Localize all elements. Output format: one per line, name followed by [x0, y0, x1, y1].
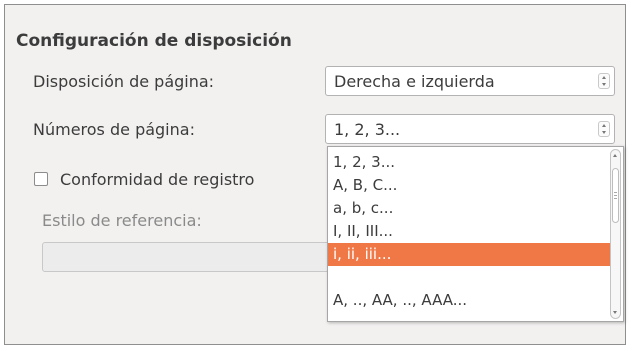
spin-arrows-icon[interactable] — [598, 121, 610, 137]
page-layout-value: Derecha e izquierda — [334, 72, 495, 91]
dropdown-scrollbar[interactable] — [610, 149, 621, 319]
dropdown-option[interactable]: a, b, c... — [328, 197, 611, 220]
reference-style-select — [42, 242, 342, 272]
reference-style-label: Estilo de referencia: — [42, 211, 202, 230]
page-numbers-value: 1, 2, 3... — [334, 120, 401, 139]
dropdown-option[interactable]: A, B, C... — [328, 174, 611, 197]
section-title: Configuración de disposición — [16, 31, 292, 51]
page-layout-select[interactable]: Derecha e izquierda — [325, 66, 615, 96]
spin-arrows-icon[interactable] — [598, 73, 610, 89]
scrollbar-thumb[interactable] — [612, 168, 619, 223]
dropdown-option[interactable]: 1, 2, 3... — [328, 151, 611, 174]
dropdown-option-selected[interactable]: i, ii, iii... — [328, 243, 611, 266]
scroll-up-arrow-icon[interactable] — [613, 154, 617, 157]
register-true-label[interactable]: Conformidad de registro — [60, 170, 254, 189]
page-numbers-select[interactable]: 1, 2, 3... — [325, 114, 615, 144]
page-numbers-dropdown[interactable]: 1, 2, 3... A, B, C... a, b, c... I, II, … — [327, 146, 624, 322]
page-numbers-label: Números de página: — [33, 120, 195, 139]
page-layout-label: Disposición de página: — [33, 72, 215, 91]
dropdown-option[interactable]: A, .., AA, .., AAA... — [328, 289, 611, 312]
scroll-down-arrow-icon[interactable] — [613, 311, 617, 314]
register-true-checkbox[interactable] — [34, 172, 48, 186]
dropdown-option[interactable]: I, II, III... — [328, 220, 611, 243]
